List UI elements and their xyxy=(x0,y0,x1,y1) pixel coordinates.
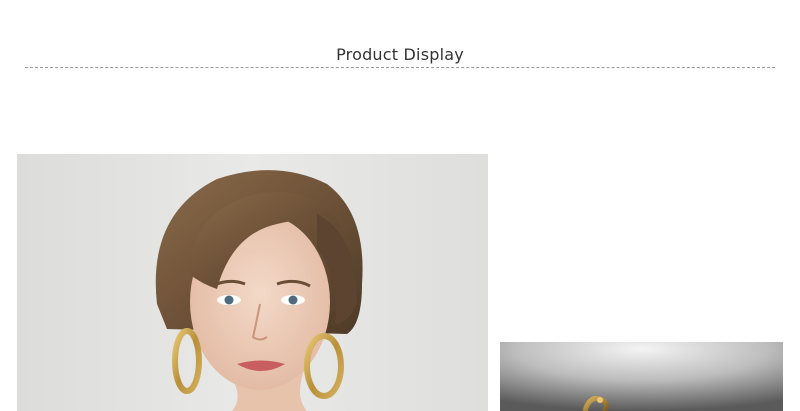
product-display-page: Product Display xyxy=(0,0,800,411)
model-photo xyxy=(17,154,488,411)
section-title: Product Display xyxy=(336,45,464,64)
product-photo xyxy=(500,342,783,411)
dashed-divider xyxy=(25,67,775,68)
model-photo-illustration xyxy=(17,154,488,411)
product-photo-illustration xyxy=(500,342,783,411)
